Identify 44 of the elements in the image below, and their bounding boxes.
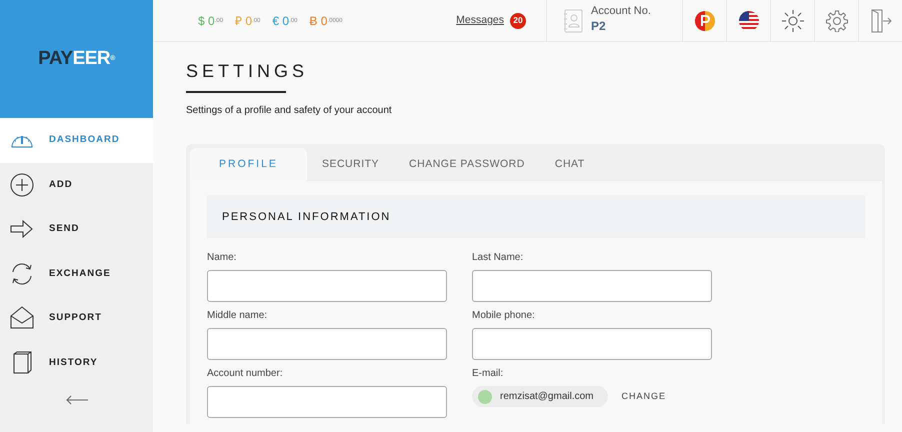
tab[interactable]: CHANGE PASSWORD: [394, 148, 540, 182]
email-address: remzisat@gmail.com: [500, 390, 594, 404]
sidebar-item[interactable]: SUPPORT: [0, 296, 153, 340]
sidebar-item[interactable]: DASHBOARD: [0, 118, 153, 162]
sun-icon[interactable]: [782, 10, 804, 32]
account-label: Account No.: [591, 6, 651, 17]
balance-amount: $ 0$^{.00}$: [198, 12, 224, 30]
tab[interactable]: SECURITY: [306, 148, 394, 182]
field-label: Account number:: [207, 367, 284, 382]
envelope-icon: [9, 305, 35, 332]
balance-amount: ₽ 0$^{.00}$: [235, 12, 260, 30]
balance-amount: € 0$^{.00}$: [272, 12, 298, 30]
coin-icon[interactable]: [694, 10, 714, 30]
input-field[interactable]: [207, 328, 447, 360]
page-subtitle: Settings of a profile and safety of your account: [186, 104, 393, 118]
balance-amount: Ƀ 0$^{.0000}$: [309, 12, 342, 30]
plus-circle-icon: [9, 172, 35, 198]
tab[interactable]: CHAT: [540, 148, 600, 182]
account-number: P2: [591, 18, 607, 35]
field-label: E-mail:: [472, 367, 504, 382]
section-header: PERSONAL INFORMATION: [207, 195, 865, 238]
input-field[interactable]: [207, 270, 447, 302]
contact-book-icon: [563, 8, 583, 32]
exit-icon[interactable]: [870, 8, 892, 32]
input-field[interactable]: [207, 386, 447, 418]
avatar-icon: [478, 390, 492, 404]
message-count-badge: 20: [510, 12, 526, 28]
flag-icon[interactable]: [738, 10, 758, 30]
settings-icon[interactable]: [826, 10, 848, 32]
page-title: SETTINGS: [186, 60, 308, 83]
field-label: Last Name:: [472, 251, 524, 266]
logo: PAYEER$^{®}$: [38, 46, 115, 71]
sidebar-item[interactable]: ADD: [0, 162, 153, 207]
change-email-button[interactable]: CHANGE: [622, 390, 666, 404]
arrow-left-icon[interactable]: [64, 395, 88, 405]
field-label: Name:: [207, 251, 238, 266]
input-field[interactable]: [472, 328, 712, 360]
field-label: Middle name:: [207, 309, 268, 324]
messages-link[interactable]: Messages: [456, 12, 504, 28]
sidebar-item[interactable]: EXCHANGE: [0, 252, 153, 296]
sidebar-item[interactable]: SEND: [0, 207, 153, 252]
field-label: Mobile phone:: [472, 309, 536, 324]
input-field[interactable]: [472, 270, 712, 302]
sidebar-item[interactable]: HISTORY: [0, 340, 153, 385]
